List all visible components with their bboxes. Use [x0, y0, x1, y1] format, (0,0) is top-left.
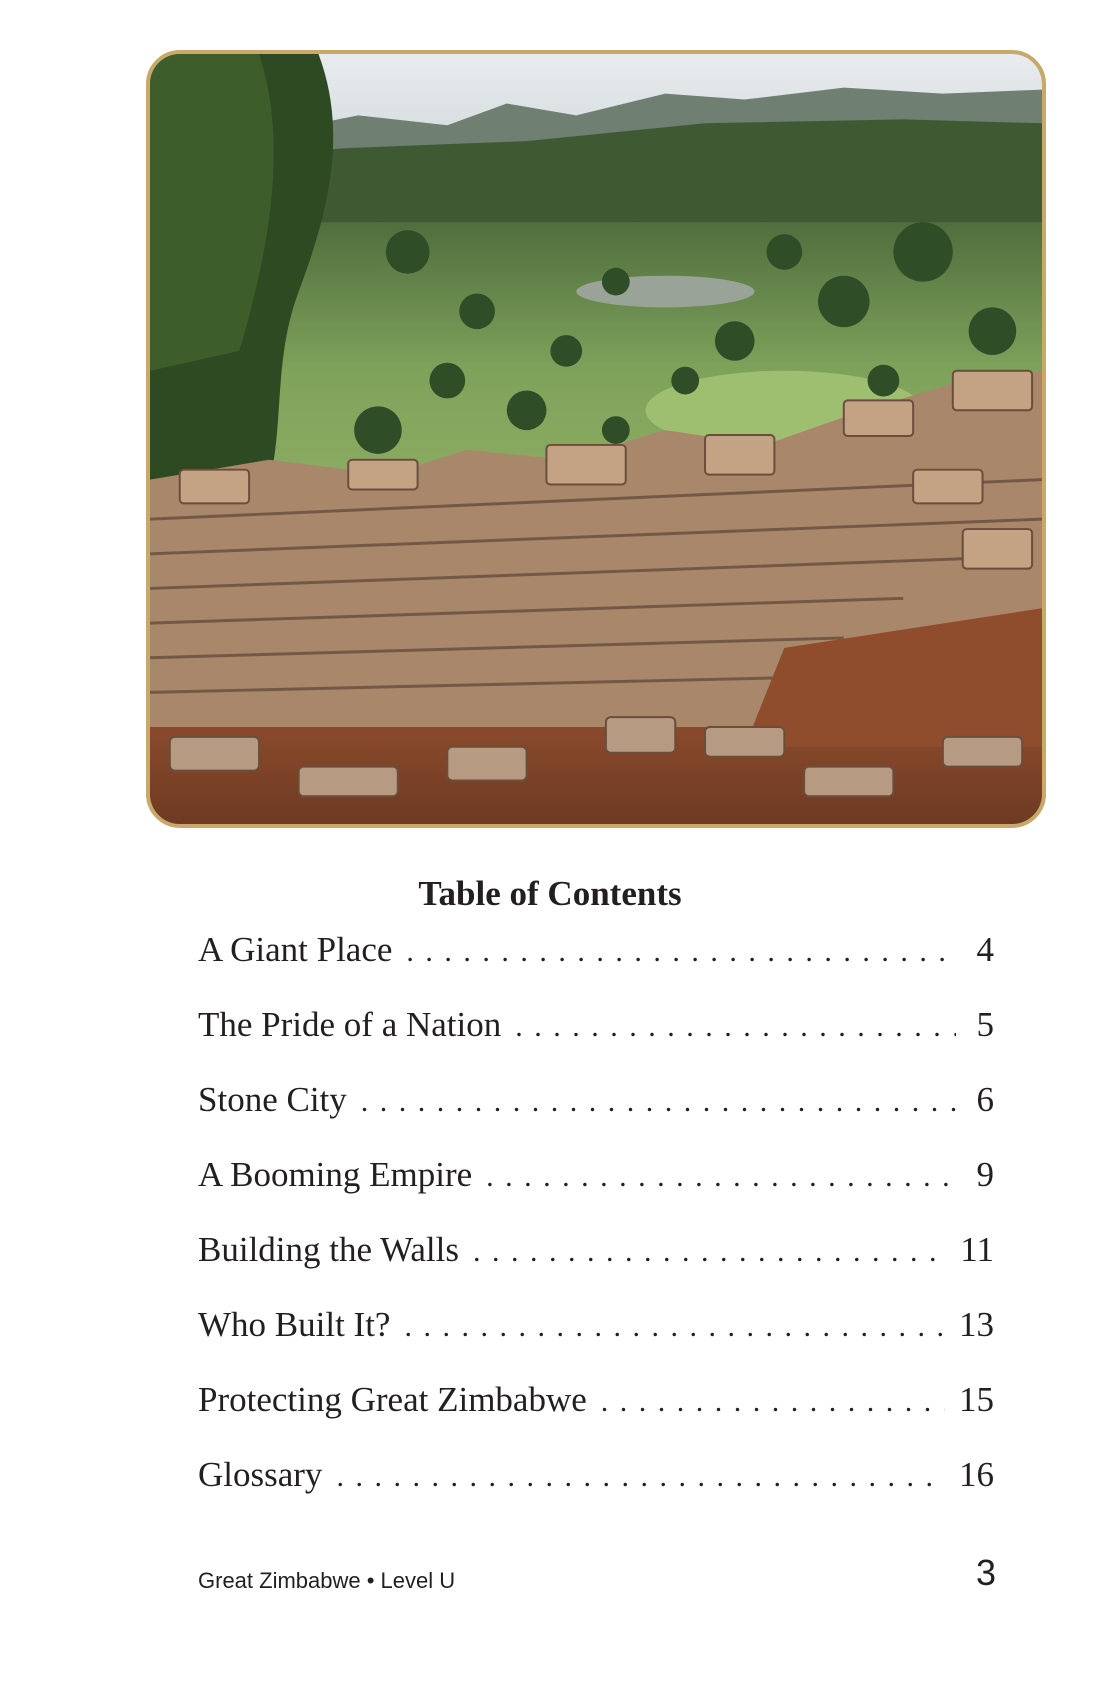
toc-entry-label: Glossary: [198, 1455, 323, 1494]
toc-entry[interactable]: Glossary 16: [198, 1455, 994, 1530]
dot-leader: [406, 935, 956, 969]
toc-entry-page: 16: [959, 1455, 994, 1494]
stone-wall-landscape-image: [150, 54, 1042, 824]
toc-entry-label: Building the Walls: [198, 1230, 459, 1269]
toc-entry-label: Stone City: [198, 1080, 347, 1119]
toc-entry[interactable]: The Pride of a Nation 5: [198, 1005, 994, 1080]
dot-leader: [473, 1235, 946, 1269]
toc-entry-label: The Pride of a Nation: [198, 1005, 502, 1044]
toc-entry[interactable]: Stone City 6: [198, 1080, 994, 1155]
dot-leader: [404, 1310, 945, 1344]
toc-entry-page: 6: [976, 1080, 995, 1119]
toc-entry-label: A Giant Place: [198, 930, 393, 969]
toc-entry-page: 9: [976, 1155, 995, 1194]
toc-entry[interactable]: Protecting Great Zimbabwe 15: [198, 1380, 994, 1455]
toc-entry-label: A Booming Empire: [198, 1155, 473, 1194]
dot-leader: [601, 1385, 945, 1419]
toc-entry[interactable]: Building the Walls 11: [198, 1230, 994, 1305]
dot-leader: [361, 1085, 956, 1119]
toc-entry-label: Who Built It?: [198, 1305, 391, 1344]
dot-leader: [515, 1010, 956, 1044]
cover-photo: [146, 50, 1046, 828]
toc-entry[interactable]: A Booming Empire 9: [198, 1155, 994, 1230]
toc-list: A Giant Place 4 The Pride of a Nation 5 …: [198, 930, 994, 1530]
dot-leader: [486, 1160, 956, 1194]
toc-entry-page: 4: [976, 930, 995, 969]
toc-title: Table of Contents: [418, 874, 682, 913]
toc-entry-page: 13: [959, 1305, 994, 1344]
toc-entry-page: 15: [959, 1380, 994, 1419]
dot-leader: [336, 1460, 945, 1494]
toc-entry-label: Protecting Great Zimbabwe: [198, 1380, 587, 1419]
footer-book-title: Great Zimbabwe • Level U: [198, 1568, 456, 1593]
footer-page-number: 3: [975, 1552, 996, 1593]
toc-entry-page: 5: [976, 1005, 995, 1044]
toc-entry[interactable]: A Giant Place 4: [198, 930, 994, 1005]
toc-entry-page: 11: [960, 1230, 994, 1269]
toc-entry[interactable]: Who Built It? 13: [198, 1305, 994, 1380]
